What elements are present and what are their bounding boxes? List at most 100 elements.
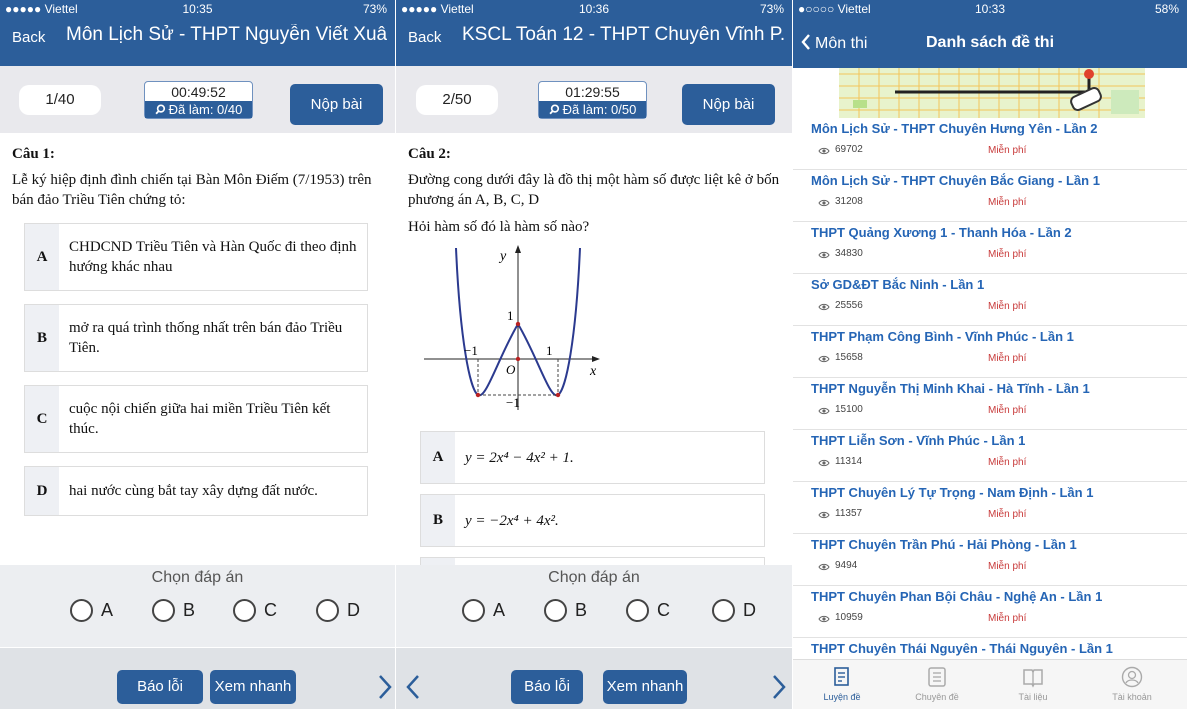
eye-icon	[818, 615, 830, 623]
point-max	[515, 321, 521, 327]
point-origin	[515, 356, 521, 362]
exam-list-item[interactable]: THPT Liễn Sơn - Vĩnh Phúc - Lần 1 11314 Mi…	[793, 430, 1187, 482]
exam-name: THPT Chuyên Trần Phú - Hải Phòng - Lần 1	[811, 537, 1077, 552]
account-tab-icon	[1121, 666, 1143, 688]
x-axis-label: x	[589, 364, 597, 379]
progress-badge[interactable]: Đã làm: 0/50	[539, 101, 646, 118]
exam-toolbar: 2/50 01:29:55 Đã làm: 0/50 Nộp bài	[396, 66, 792, 133]
chevron-right-icon[interactable]	[772, 674, 786, 700]
clock-label: 10:35	[182, 2, 213, 16]
exam-list-screen: ●○○○○ Viettel 10:33 58% Môn thi Danh sác…	[793, 0, 1187, 709]
tab-documents[interactable]: Tài liệu	[988, 660, 1078, 709]
map-pin-icon	[1084, 69, 1094, 79]
submit-button[interactable]: Nộp bài	[290, 84, 383, 125]
option-letter: C	[25, 386, 59, 452]
exam-tab-icon	[834, 667, 849, 686]
view-count: 10959	[835, 612, 863, 623]
exam-name: THPT Liễn Sơn - Vĩnh Phúc - Lần 1	[811, 433, 1026, 448]
eye-icon	[818, 511, 830, 519]
radio-b[interactable]: B	[152, 597, 195, 623]
exam-list-item[interactable]: THPT Phạm Công Bình - Vĩnh Phúc - Lần 1 1…	[793, 326, 1187, 378]
countdown: 00:49:52	[171, 84, 226, 100]
radio-d[interactable]: D	[316, 597, 360, 623]
back-button[interactable]: Back	[12, 29, 45, 46]
radio-d[interactable]: D	[712, 597, 756, 623]
exam-list-item[interactable]: THPT Chuyên Phan Bội Châu - Nghệ An - Lầ…	[793, 586, 1187, 638]
back-button[interactable]: Back	[408, 29, 441, 46]
exam-list-item[interactable]: Môn Lịch Sử - THPT Chuyên Bắc Giang - Lầ…	[793, 170, 1187, 222]
exam-list-item[interactable]: THPT Chuyên Thái Nguyên - Thái Nguyên - …	[793, 638, 1187, 659]
exam-list-item[interactable]: THPT Chuyên Lý Tự Trọng - Nam Định - Lần…	[793, 482, 1187, 534]
search-icon	[155, 104, 165, 115]
view-count: 25556	[835, 300, 863, 311]
tab-label: Chuyên đề	[915, 692, 959, 702]
question-counter[interactable]: 2/50	[416, 85, 498, 115]
view-count: 11314	[835, 456, 863, 467]
option-letter: A	[421, 432, 455, 483]
exam-name: Sở GD&ĐT Bắc Ninh - Lần 1	[811, 277, 985, 292]
x-axis-arrow	[592, 356, 600, 362]
x-neg-one-label: −1	[464, 343, 478, 358]
quick-view-button[interactable]: Xem nhanh	[210, 670, 296, 704]
exam-name: THPT Chuyên Thái Nguyên - Thái Nguyên - …	[811, 641, 1113, 656]
radio-b[interactable]: B	[544, 597, 587, 623]
radio-a[interactable]: A	[462, 597, 505, 623]
exam-name: THPT Phạm Công Bình - Vĩnh Phúc - Lần 1	[811, 329, 1074, 344]
function-graph: y x O 1 −1 −1 1	[424, 245, 600, 410]
chevron-left-icon[interactable]	[406, 674, 420, 700]
tab-practice[interactable]: Luyện đề	[797, 660, 887, 709]
tab-account[interactable]: Tài khoản	[1087, 660, 1177, 709]
progress-text: Đã làm: 0/40	[168, 102, 243, 117]
option-letter: D	[25, 467, 59, 515]
exam-list-item[interactable]: Môn Lịch Sử - THPT Chuyên Hưng Yên - Lần…	[793, 118, 1187, 170]
choose-caption: Chọn đáp án	[151, 569, 244, 586]
page-title: Môn Lịch Sử - THPT Nguyễn Viết Xuâ...	[66, 24, 387, 45]
option-a[interactable]: A y = 2x⁴ − 4x² + 1.	[420, 431, 765, 484]
tab-topics[interactable]: Chuyên đề	[892, 660, 982, 709]
exam-list-item[interactable]: THPT Quảng Xương 1 - Thanh Hóa - Lần 2 34…	[793, 222, 1187, 274]
eye-icon	[818, 199, 830, 207]
exam-list-item[interactable]: THPT Chuyên Trần Phú - Hải Phòng - Lần 1…	[793, 534, 1187, 586]
report-button[interactable]: Báo lỗi	[117, 670, 203, 704]
submit-button[interactable]: Nộp bài	[682, 84, 775, 125]
y-axis-arrow	[515, 245, 521, 253]
option-text: mở ra quá trình thống nhất trên bán đảo …	[69, 320, 343, 356]
report-button[interactable]: Báo lỗi	[511, 670, 583, 704]
radio-c[interactable]: C	[626, 597, 670, 623]
question-counter[interactable]: 1/40	[19, 85, 101, 115]
ad-banner[interactable]	[839, 68, 1145, 118]
radio-c[interactable]: C	[233, 597, 277, 623]
price-label: Miễn phí	[988, 613, 1027, 624]
option-c[interactable]: C cuộc nội chiến giữa hai miền Triều Tiê…	[24, 385, 368, 453]
option-a[interactable]: A CHDCND Triều Tiên và Hàn Quốc đi theo …	[24, 223, 368, 291]
exam-list-item[interactable]: Sở GD&ĐT Bắc Ninh - Lần 1 25556 Miễn phí	[793, 274, 1187, 326]
book-tab-icon	[1023, 669, 1043, 688]
tab-label: Luyện đề	[823, 692, 861, 702]
radio-circle	[152, 598, 175, 622]
quick-view-button[interactable]: Xem nhanh	[603, 670, 687, 704]
x-one-label: 1	[546, 343, 553, 358]
price-label: Miễn phí	[988, 301, 1027, 312]
option-text: cuộc nội chiến giữa hai miền Triều Tiên …	[69, 401, 331, 437]
exam-list-item[interactable]: THPT Nguyễn Thị Minh Khai - Hà Tĩnh - Lầ…	[793, 378, 1187, 430]
answer-chooser: Chọn đáp án A B C D	[0, 565, 395, 647]
banner-graphic	[839, 68, 1145, 118]
option-text: hai nước cùng bắt tay xây dựng đất nước.	[69, 483, 318, 499]
exam-screen-history: ●●●●● Viettel 10:35 73% Back Môn Lịch Sử…	[0, 0, 395, 709]
price-label: Miễn phí	[988, 249, 1027, 260]
battery-label: 73%	[362, 2, 387, 16]
countdown: 01:29:55	[565, 84, 620, 100]
nav-bar: ●○○○○ Viettel 10:33 58% Môn thi Danh sác…	[793, 0, 1187, 68]
option-b[interactable]: B y = −2x⁴ + 4x².	[420, 494, 765, 547]
option-b[interactable]: B mở ra quá trình thống nhất trên bán đả…	[24, 304, 368, 372]
exam-list: Môn Lịch Sử - THPT Chuyên Hưng Yên - Lần…	[793, 118, 1187, 659]
y-one-label: 1	[507, 308, 514, 323]
point-min-right	[555, 392, 561, 398]
radio-a[interactable]: A	[70, 597, 113, 623]
option-d[interactable]: D hai nước cùng bắt tay xây dựng đất nướ…	[24, 466, 368, 516]
chevron-right-icon[interactable]	[378, 674, 392, 700]
progress-badge[interactable]: Đã làm: 0/40	[145, 101, 252, 118]
view-count: 15658	[835, 352, 863, 363]
search-icon	[549, 104, 559, 115]
view-count: 31208	[835, 196, 863, 207]
